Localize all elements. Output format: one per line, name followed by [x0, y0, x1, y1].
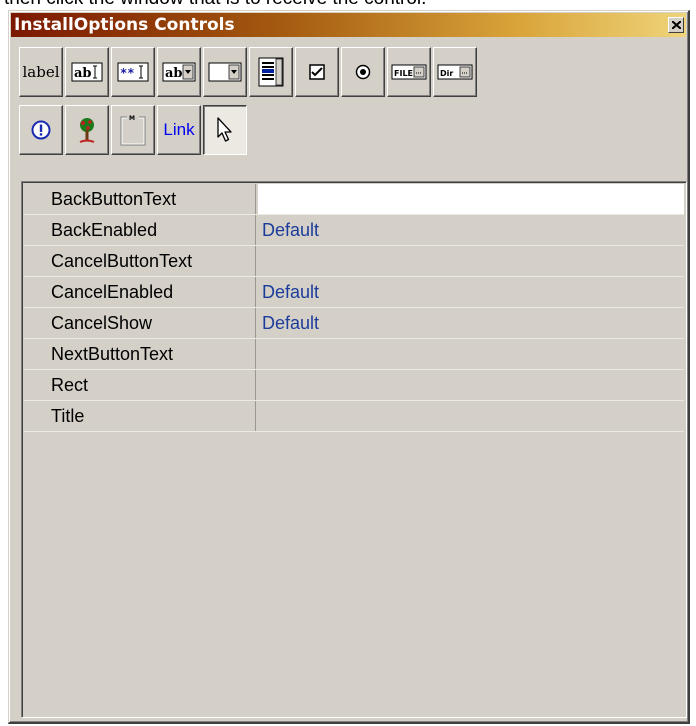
- tool-textbox[interactable]: ab: [65, 47, 109, 97]
- tool-password[interactable]: **: [111, 47, 155, 97]
- property-value[interactable]: [258, 246, 684, 276]
- property-row[interactable]: CancelEnabled Default: [24, 277, 684, 308]
- tool-label[interactable]: label: [19, 47, 63, 97]
- svg-text:ab: ab: [74, 66, 92, 81]
- link-icon: Link: [163, 120, 195, 139]
- groupbox-icon: M: [120, 115, 146, 146]
- property-row[interactable]: NextButtonText: [24, 339, 684, 370]
- property-row[interactable]: CancelButtonText: [24, 246, 684, 277]
- tool-icon[interactable]: [19, 105, 63, 155]
- tool-bitmap[interactable]: [65, 105, 109, 155]
- installoptions-controls-window: InstallOptions Controls label ab ** ab F…: [8, 10, 690, 724]
- tool-groupbox[interactable]: M: [111, 105, 155, 155]
- instruction-caption: then click the window that is to receive…: [0, 0, 696, 10]
- close-icon: [672, 21, 681, 29]
- filerequest-icon: FILE: [391, 64, 427, 80]
- textbox-icon: ab: [71, 62, 103, 82]
- listbox-icon: [258, 57, 284, 87]
- tool-filerequest[interactable]: FILE: [387, 47, 431, 97]
- icon-control-icon: [31, 120, 51, 140]
- tool-pointer[interactable]: [203, 105, 247, 155]
- dirrequest-icon: Dir: [437, 64, 473, 80]
- property-name: CancelEnabled: [24, 277, 256, 307]
- title-bar[interactable]: InstallOptions Controls: [11, 13, 686, 37]
- property-name: CancelShow: [24, 308, 256, 338]
- svg-text:ab: ab: [165, 66, 183, 81]
- property-name: BackEnabled: [24, 215, 256, 245]
- property-name: Title: [24, 401, 256, 431]
- property-value[interactable]: [258, 184, 684, 214]
- tool-radiobutton[interactable]: [341, 47, 385, 97]
- property-name: CancelButtonText: [24, 246, 256, 276]
- tool-checkbox[interactable]: [295, 47, 339, 97]
- property-name: Rect: [24, 370, 256, 400]
- label-icon: label: [22, 63, 60, 81]
- property-value[interactable]: Default: [258, 308, 684, 338]
- checkbox-icon: [309, 64, 325, 80]
- combobox-icon: [208, 62, 242, 82]
- tool-droplist[interactable]: ab: [157, 47, 201, 97]
- property-row[interactable]: BackButtonText: [24, 184, 684, 215]
- property-value[interactable]: [258, 339, 684, 369]
- property-row[interactable]: Rect: [24, 370, 684, 401]
- property-row[interactable]: Title: [24, 401, 684, 432]
- window-title: InstallOptions Controls: [14, 15, 235, 35]
- tool-combobox[interactable]: [203, 47, 247, 97]
- property-name: BackButtonText: [24, 184, 256, 214]
- svg-text:Dir: Dir: [440, 69, 453, 78]
- property-value[interactable]: Default: [258, 215, 684, 245]
- property-row[interactable]: CancelShow Default: [24, 308, 684, 339]
- property-value[interactable]: [258, 401, 684, 431]
- property-name: NextButtonText: [24, 339, 256, 369]
- password-icon: **: [117, 62, 149, 82]
- droplist-icon: ab: [162, 62, 196, 82]
- tool-listbox[interactable]: [249, 47, 293, 97]
- tool-dirrequest[interactable]: Dir: [433, 47, 477, 97]
- property-value[interactable]: Default: [258, 277, 684, 307]
- property-grid: BackButtonText BackEnabled Default Cance…: [21, 181, 687, 718]
- radiobutton-icon: [355, 64, 371, 80]
- svg-text:M: M: [129, 115, 135, 122]
- close-button[interactable]: [668, 17, 684, 33]
- tool-link[interactable]: Link: [157, 105, 201, 155]
- control-toolbox: label ab ** ab FILE Dir M Link: [11, 41, 687, 183]
- pointer-icon: [217, 117, 232, 142]
- bitmap-icon: [79, 118, 95, 143]
- property-value[interactable]: [258, 370, 684, 400]
- property-row[interactable]: BackEnabled Default: [24, 215, 684, 246]
- svg-text:**: **: [120, 66, 134, 80]
- svg-text:FILE: FILE: [394, 69, 413, 78]
